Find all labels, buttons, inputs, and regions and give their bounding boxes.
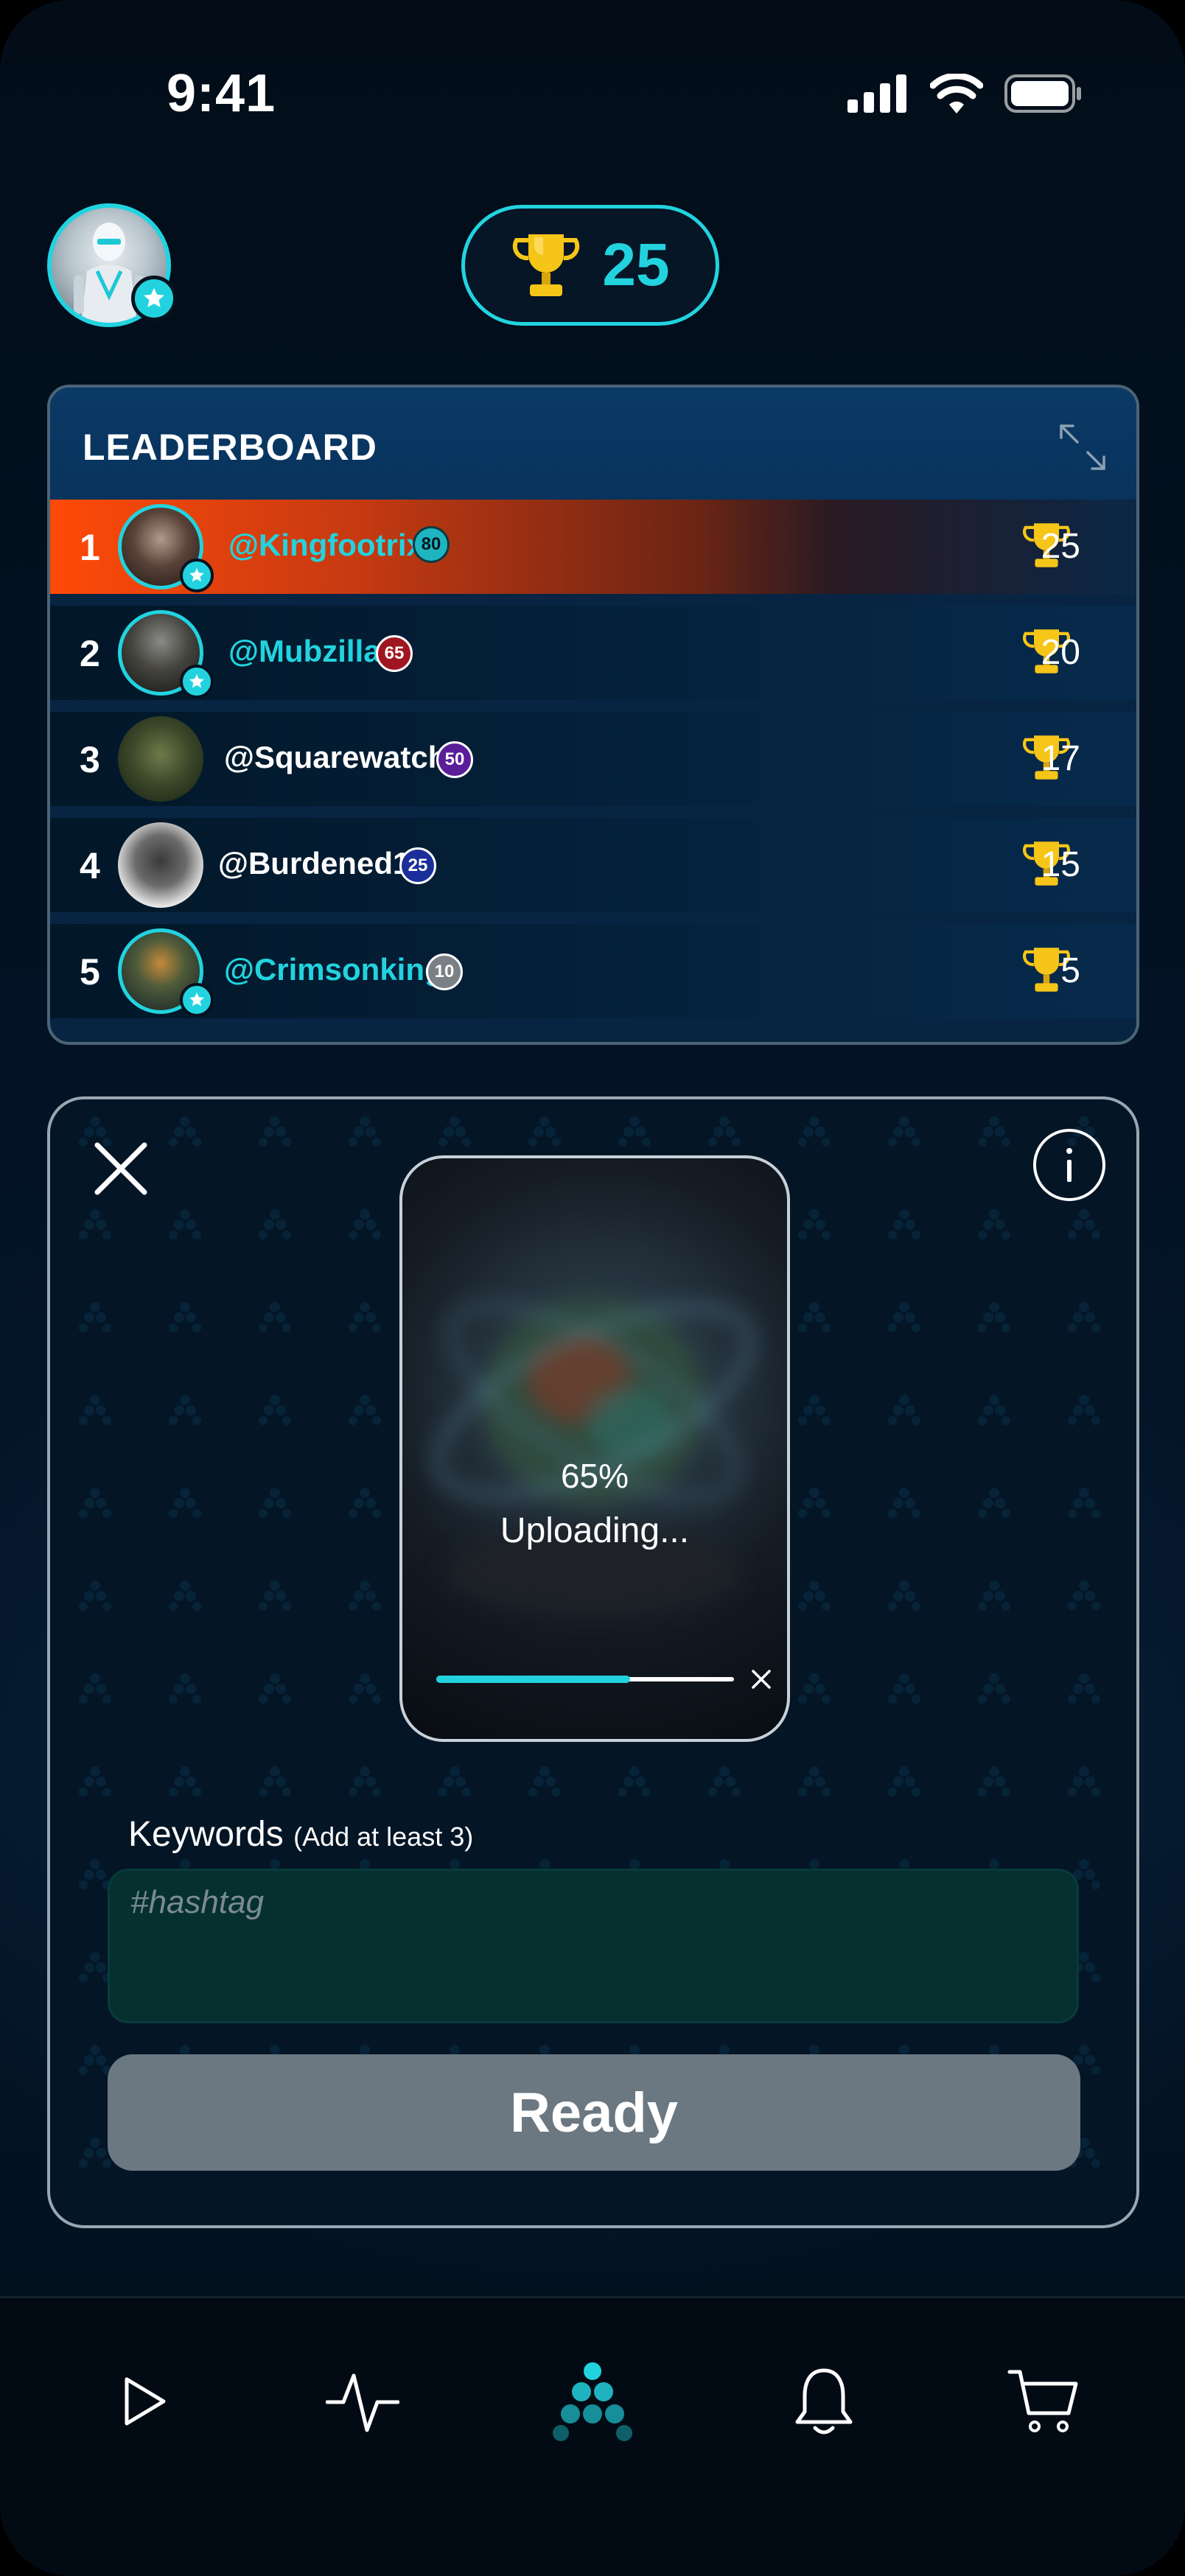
leaderboard-card: LEADERBOARD 1 @Kingfootrix 80 25 2 @Mubz… xyxy=(47,385,1139,1045)
play-icon xyxy=(125,2377,166,2426)
info-icon[interactable] xyxy=(1033,1129,1105,1201)
row-username[interactable]: @Crimsonking xyxy=(224,952,444,987)
leaderboard-row[interactable]: 2 @Mubzilla 65 20 xyxy=(50,606,1136,700)
verified-star-icon xyxy=(180,559,214,592)
leaderboard-header: LEADERBOARD xyxy=(50,388,1136,500)
leaderboard-row[interactable]: 5 @Crimsonking 10 5 xyxy=(50,924,1136,1018)
level-badge: 50 xyxy=(436,741,473,778)
keywords-hint: (Add at least 3) xyxy=(293,1821,474,1852)
row-username[interactable]: @Mubzilla xyxy=(228,634,381,669)
row-rank: 2 xyxy=(80,633,100,674)
row-username[interactable]: @Kingfootrix xyxy=(228,528,424,563)
cancel-upload-icon[interactable] xyxy=(749,1667,774,1692)
bell-icon xyxy=(795,2368,853,2435)
ready-button[interactable]: Ready xyxy=(108,2054,1080,2171)
tab-activity[interactable] xyxy=(311,2350,414,2453)
app-screen: 9:41 25 LEADERBOARD 1 @Kingfootrix 80 25… xyxy=(0,0,1185,2576)
leaderboard-row[interactable]: 1 @Kingfootrix 80 25 xyxy=(50,500,1136,594)
level-badge: 80 xyxy=(413,526,450,563)
tab-notifications[interactable] xyxy=(772,2350,875,2453)
tab-cart[interactable] xyxy=(992,2350,1095,2453)
wifi-icon xyxy=(930,74,983,113)
trophy-score: 25 xyxy=(602,231,670,298)
level-badge: 65 xyxy=(376,635,413,672)
leaderboard-title: LEADERBOARD xyxy=(83,427,377,468)
row-rank: 5 xyxy=(80,951,100,993)
battery-icon xyxy=(1004,74,1081,113)
row-rank: 3 xyxy=(80,739,100,780)
level-badge: 10 xyxy=(426,953,463,990)
row-score: 17 xyxy=(1041,739,1080,778)
tab-home[interactable] xyxy=(541,2350,644,2453)
expand-icon[interactable] xyxy=(1058,423,1107,472)
close-icon[interactable] xyxy=(91,1139,150,1198)
keywords-title: Keywords xyxy=(128,1815,284,1854)
status-icons xyxy=(847,74,1082,113)
row-avatar[interactable] xyxy=(118,822,203,908)
row-score: 25 xyxy=(1041,527,1080,566)
activity-icon xyxy=(326,2373,399,2432)
home-logo-icon xyxy=(553,2362,632,2441)
trophy-score-pill[interactable]: 25 xyxy=(461,205,719,326)
verified-star-icon xyxy=(131,276,177,321)
keywords-input[interactable] xyxy=(108,1869,1079,2023)
tab-bar xyxy=(0,2296,1185,2576)
cart-icon xyxy=(1007,2370,1078,2432)
tab-play[interactable] xyxy=(91,2350,195,2453)
row-score: 20 xyxy=(1041,633,1080,672)
trophy-icon xyxy=(513,234,580,296)
upload-percent: 65% xyxy=(560,1457,629,1495)
row-avatar[interactable] xyxy=(118,716,203,802)
keywords-label: Keywords (Add at least 3) xyxy=(128,1814,473,1855)
row-rank: 1 xyxy=(80,527,100,568)
row-username[interactable]: @Burdened1 xyxy=(218,846,410,881)
level-badge: 25 xyxy=(399,847,436,884)
verified-star-icon xyxy=(180,983,214,1017)
verified-star-icon xyxy=(180,665,214,699)
leaderboard-row[interactable]: 3 @Squarewatch 50 17 xyxy=(50,712,1136,806)
upload-status: Uploading... xyxy=(500,1511,690,1550)
video-preview: 65% Uploading... xyxy=(399,1155,790,1742)
status-time: 9:41 xyxy=(167,64,276,123)
row-score: 5 xyxy=(1060,951,1080,990)
leaderboard-row[interactable]: 4 @Burdened1 25 15 xyxy=(50,818,1136,912)
row-score: 15 xyxy=(1041,845,1080,884)
row-username[interactable]: @Squarewatch xyxy=(224,740,447,775)
upload-card: 65% Uploading... Keywords (Add at least … xyxy=(47,1096,1139,2228)
row-rank: 4 xyxy=(80,845,100,886)
preview-image xyxy=(434,1298,754,1615)
signal-icon xyxy=(847,74,906,113)
progress-fill xyxy=(436,1676,630,1683)
